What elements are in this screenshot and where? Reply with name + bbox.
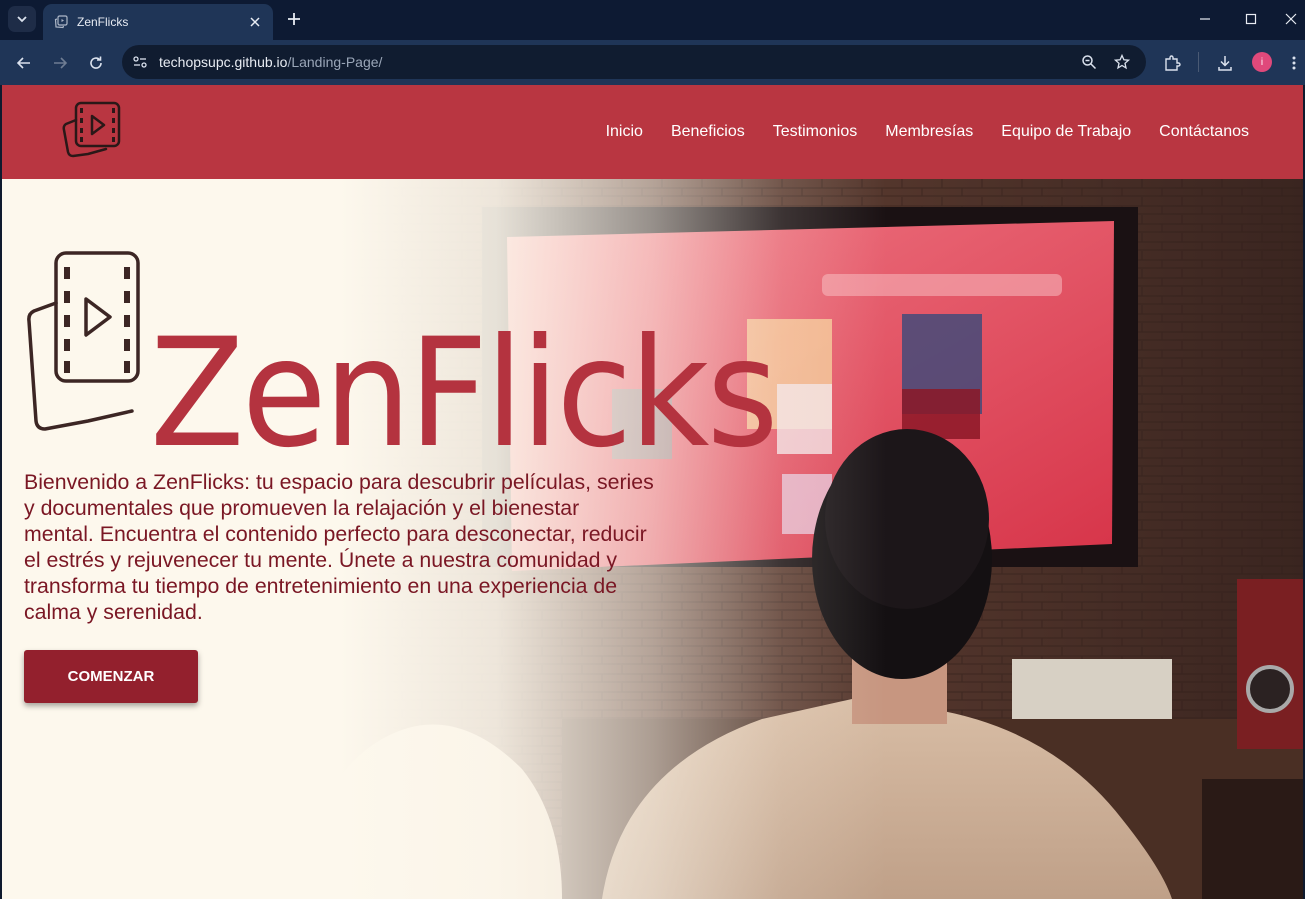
- site-info-button[interactable]: [128, 50, 152, 74]
- url-path: /Landing-Page/: [287, 54, 383, 70]
- profile-avatar[interactable]: i: [1252, 52, 1272, 72]
- close-icon: [250, 17, 260, 27]
- nav-link-inicio[interactable]: Inicio: [606, 123, 643, 141]
- address-bar[interactable]: techopsupc.github.io/Landing-Page/: [122, 45, 1146, 79]
- brand-wordmark: ZenFlicks: [150, 307, 779, 481]
- downloads-button[interactable]: [1212, 50, 1238, 76]
- back-button[interactable]: [11, 50, 37, 76]
- site-header: Inicio Beneficios Testimonios Membresías…: [2, 85, 1303, 179]
- minimize-icon: [1200, 18, 1210, 20]
- hero-brand-logo: ZenFlicks: [24, 251, 779, 469]
- tab-close-button[interactable]: [247, 14, 263, 30]
- hero-description: Bienvenido a ZenFlicks: tu espacio para …: [24, 470, 654, 624]
- reload-button[interactable]: [83, 50, 109, 76]
- site-logo[interactable]: [62, 100, 124, 162]
- more-vert-icon: [1292, 56, 1296, 70]
- start-button[interactable]: COMENZAR: [24, 650, 198, 703]
- url-host: techopsupc.github.io: [159, 54, 288, 70]
- close-window-button[interactable]: [1277, 6, 1305, 32]
- nav-link-testimonios[interactable]: Testimonios: [773, 123, 857, 141]
- nav-link-contactanos[interactable]: Contáctanos: [1159, 123, 1249, 141]
- nav-link-beneficios[interactable]: Beneficios: [671, 123, 745, 141]
- browser-tab[interactable]: ZenFlicks: [43, 4, 273, 40]
- forward-button[interactable]: [47, 50, 73, 76]
- forward-icon: [54, 57, 68, 69]
- nav-link-membresias[interactable]: Membresías: [885, 123, 973, 141]
- reload-icon: [90, 56, 102, 69]
- close-icon: [1285, 13, 1297, 25]
- maximize-icon: [1245, 13, 1257, 25]
- browser-menu-button[interactable]: [1285, 50, 1303, 76]
- zoom-icon: [1082, 55, 1097, 70]
- new-tab-button[interactable]: [284, 8, 304, 30]
- maximize-button[interactable]: [1231, 6, 1271, 32]
- page-viewport: Inicio Beneficios Testimonios Membresías…: [2, 85, 1303, 899]
- film-logo-icon: [62, 101, 121, 158]
- film-logo-icon: [27, 251, 140, 431]
- tab-title: ZenFlicks: [77, 15, 129, 29]
- nav-link-equipo[interactable]: Equipo de Trabajo: [1001, 123, 1131, 141]
- star-icon: [1114, 54, 1130, 70]
- browser-toolbar: techopsupc.github.io/Landing-Page/ i: [0, 40, 1305, 85]
- zoom-button[interactable]: [1077, 50, 1101, 74]
- url-text[interactable]: techopsupc.github.io/Landing-Page/: [159, 54, 382, 70]
- browser-tab-bar: ZenFlicks: [0, 0, 1305, 40]
- toolbar-divider: [1198, 52, 1199, 72]
- plus-icon: [288, 13, 300, 25]
- tab-list-icon: [17, 16, 27, 23]
- download-icon: [1218, 56, 1232, 71]
- back-icon: [16, 57, 30, 69]
- extensions-icon: [1165, 55, 1181, 71]
- bookmark-button[interactable]: [1110, 50, 1134, 74]
- main-nav: Inicio Beneficios Testimonios Membresías…: [606, 123, 1249, 141]
- hero-section: ZenFlicks Bienvenido a ZenFlicks: tu esp…: [2, 179, 1303, 899]
- extensions-button[interactable]: [1159, 50, 1185, 76]
- zenflicks-favicon: [53, 14, 69, 30]
- site-info-icon: [133, 56, 147, 68]
- minimize-button[interactable]: [1185, 6, 1225, 32]
- tab-list-button[interactable]: [8, 6, 36, 32]
